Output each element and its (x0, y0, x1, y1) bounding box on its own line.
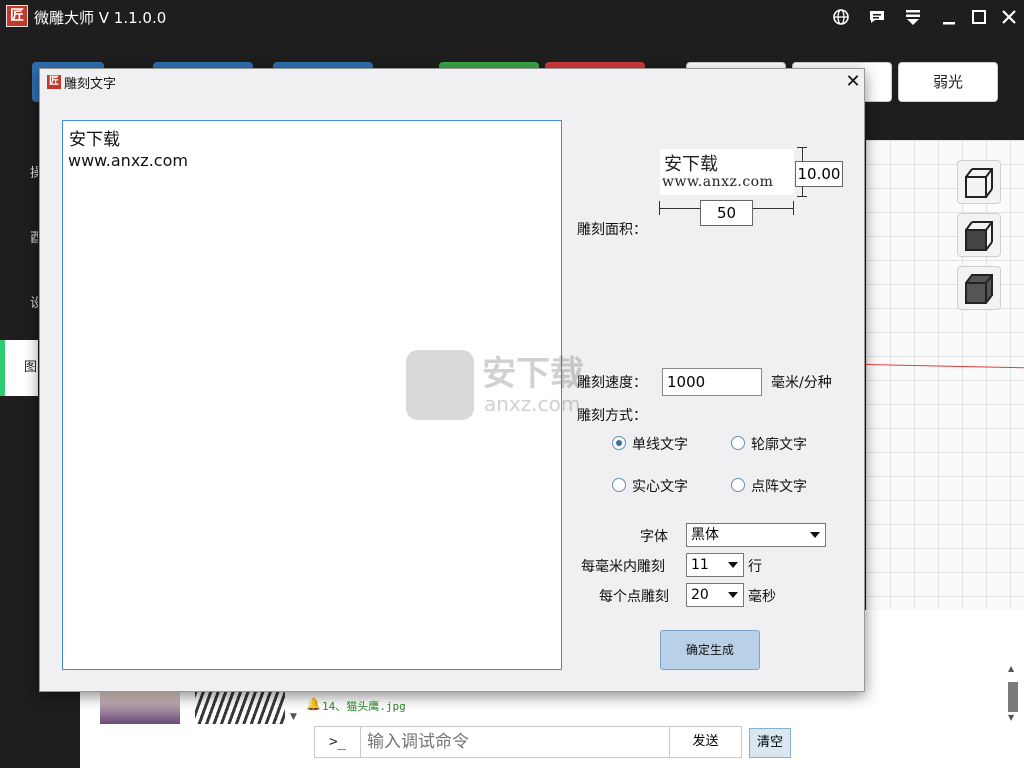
dimension-line (660, 208, 700, 209)
nav-item-settings[interactable]: 设 (0, 276, 38, 332)
bell-icon: 🔔 (306, 697, 321, 711)
dimension-line (797, 196, 807, 197)
maximize-icon[interactable] (967, 6, 991, 28)
minimize-icon[interactable] (937, 6, 961, 28)
dialog-close-icon[interactable]: ✕ (842, 71, 864, 93)
speed-input[interactable]: 1000 (662, 368, 762, 396)
radio-label[interactable]: 单线文字 (632, 434, 688, 454)
chevron-down-icon (728, 592, 738, 598)
watermark-url: anxz.com (484, 392, 581, 416)
cube-solid-icon (965, 274, 993, 304)
generate-button[interactable]: 确定生成 (660, 630, 760, 670)
console-prompt-icon: >_ (315, 727, 361, 757)
engrave-text-dialog: 匠 雕刻文字 ✕ 安下载 www.anxz.com 安下载 anxz.com 雕… (39, 68, 865, 692)
height-field[interactable]: 10.00 (795, 161, 843, 187)
font-select-value: 黑体 (691, 527, 719, 543)
area-label: 雕刻面积： (577, 222, 647, 238)
close-icon[interactable] (997, 6, 1021, 28)
view-front-button[interactable] (957, 213, 1001, 257)
dot-time-label: 每个点雕刻 (599, 589, 669, 605)
preview-line: www.anxz.com (662, 174, 774, 190)
speed-label: 雕刻速度： (577, 375, 647, 391)
lines-unit: 行 (748, 559, 762, 575)
lines-per-mm-label: 每毫米内雕刻 (581, 559, 665, 575)
scrollbar-thumb[interactable] (1008, 682, 1018, 712)
dialog-logo-icon: 匠 (46, 74, 62, 90)
scroll-up-icon[interactable]: ▲ (1008, 664, 1014, 673)
console-input[interactable] (361, 727, 669, 757)
view-wireframe-button[interactable] (957, 160, 1001, 204)
font-label: 字体 (640, 529, 668, 545)
width-field[interactable]: 50 (700, 200, 753, 226)
chevron-down-icon (810, 532, 820, 538)
dot-time-select-value: 20 (691, 587, 709, 603)
shopping-bag-icon (406, 350, 474, 420)
text-line: www.anxz.com (68, 151, 188, 170)
radio-label[interactable]: 实心文字 (632, 476, 688, 496)
dimension-line (753, 208, 793, 209)
app-logo-icon: 匠 (6, 5, 28, 27)
engrave-canvas[interactable] (866, 140, 1024, 610)
lines-select-value: 11 (691, 557, 709, 573)
radio-single-line[interactable] (612, 436, 626, 450)
dot-time-unit: 毫秒 (748, 589, 776, 605)
message-icon[interactable] (865, 6, 889, 28)
radio-solid[interactable] (612, 478, 626, 492)
cube-wireframe-icon (965, 168, 993, 198)
image-thumbnail[interactable] (100, 690, 180, 724)
dot-time-select[interactable]: 20 (686, 583, 744, 607)
image-thumbnail[interactable] (195, 690, 285, 724)
cube-front-icon (965, 221, 993, 251)
scroll-down-icon[interactable]: ▼ (1008, 713, 1014, 722)
weak-light-button[interactable]: 弱光 (898, 62, 998, 102)
clear-button[interactable]: 清空 (749, 728, 791, 758)
mode-label: 雕刻方式： (577, 408, 647, 424)
radio-outline[interactable] (731, 436, 745, 450)
console-bar: >_ 发送 (314, 726, 742, 758)
preview-line: 安下载 (664, 154, 718, 175)
text-line: 安下载 (69, 130, 120, 150)
dimension-line (802, 147, 803, 161)
view-solid-button[interactable] (957, 266, 1001, 310)
app-title: 微雕大师 V 1.1.0.0 (34, 9, 167, 27)
lines-per-mm-select[interactable]: 11 (686, 553, 744, 577)
dialog-title: 雕刻文字 (64, 77, 117, 92)
menu-icon[interactable] (901, 6, 925, 28)
send-button[interactable]: 发送 (669, 727, 741, 757)
chevron-down-icon (728, 562, 738, 568)
radio-label[interactable]: 轮廓文字 (751, 434, 807, 454)
watermark-text: 安下载 (482, 354, 584, 394)
radio-label[interactable]: 点阵文字 (751, 476, 807, 496)
nav-item-image[interactable]: 图 (0, 340, 38, 396)
text-preview: 安下载 www.anxz.com (660, 149, 794, 195)
chevron-down-icon[interactable]: ▼ (290, 712, 297, 722)
dimension-line (793, 201, 794, 215)
nav-item-operate[interactable]: 操 (0, 146, 38, 202)
speed-unit: 毫米/分种 (771, 375, 832, 391)
nav-item-config[interactable]: 酉 (0, 211, 38, 267)
radio-dot-matrix[interactable] (731, 478, 745, 492)
globe-icon[interactable] (829, 6, 853, 28)
font-select[interactable]: 黑体 (686, 523, 826, 547)
title-bar: 匠 微雕大师 V 1.1.0.0 (0, 0, 1024, 34)
log-entry: 14、猫头鹰.jpg (322, 700, 406, 713)
